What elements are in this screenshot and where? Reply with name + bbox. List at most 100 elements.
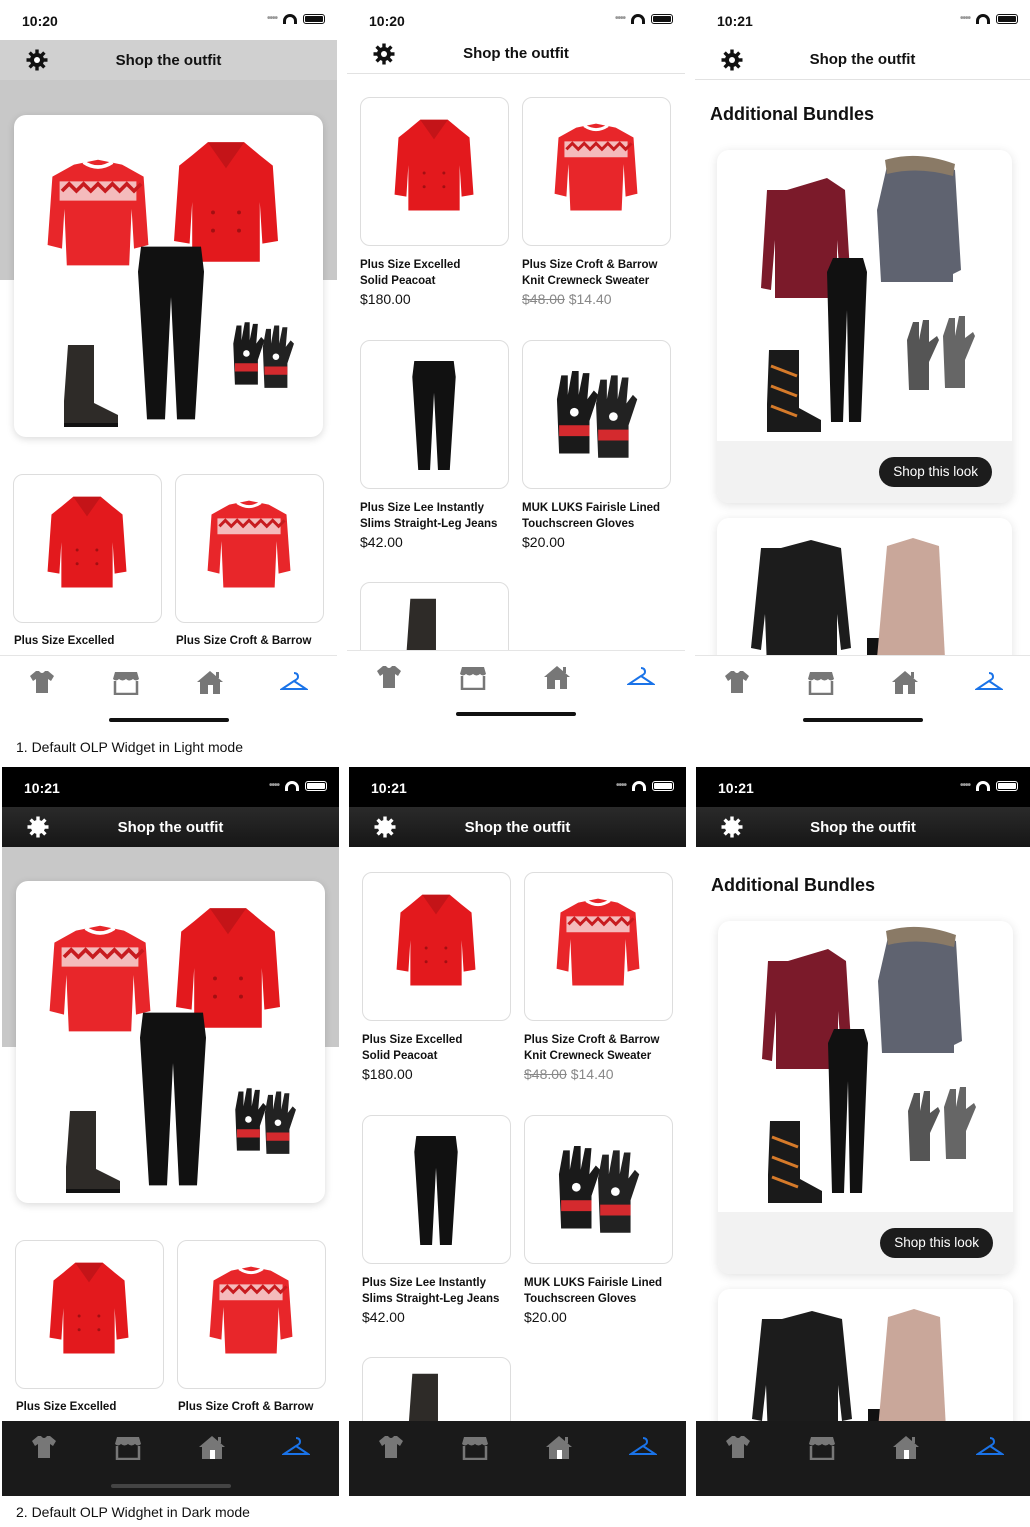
store-icon[interactable]	[808, 1434, 836, 1460]
product-card-peacoat[interactable]	[15, 1240, 164, 1389]
wifi-icon	[283, 13, 297, 24]
product-card-gloves[interactable]	[524, 1115, 673, 1264]
wifi-icon	[632, 780, 646, 791]
signal-icon: ••••	[266, 13, 278, 24]
home-icon[interactable]	[891, 669, 919, 695]
outfit-hero-card[interactable]	[16, 881, 325, 1203]
shirt-icon[interactable]	[377, 1434, 405, 1460]
nav-title: Shop the outfit	[809, 51, 916, 68]
hanger-icon[interactable]	[627, 664, 655, 690]
product-card-sweater[interactable]	[524, 872, 673, 1021]
shirt-icon[interactable]	[723, 669, 751, 695]
store-icon[interactable]	[807, 669, 835, 695]
status-time: 10:20	[22, 13, 58, 29]
nav-bar: Shop the outfit	[695, 40, 1030, 80]
product-card-sweater[interactable]	[175, 474, 324, 623]
caption-light: 1. Default OLP Widget in Light mode	[16, 739, 243, 755]
status-time: 10:21	[24, 780, 60, 796]
bundle-card[interactable]: Shop this look	[717, 150, 1012, 503]
home-indicator	[802, 718, 923, 722]
nav-title: Shop the outfit	[464, 818, 571, 836]
store-icon[interactable]	[461, 1434, 489, 1460]
signal-icon: ••••	[614, 13, 626, 24]
product-price: $180.00	[362, 1066, 413, 1082]
nav-title: Shop the outfit	[463, 45, 569, 62]
product-name: Plus Size Lee Instantly Slims Straight-Le…	[362, 1277, 500, 1305]
product-card-sweater[interactable]	[177, 1240, 326, 1389]
product-name: Plus Size Lee Instantly Slims Straight-Le…	[360, 502, 498, 530]
home-icon[interactable]	[198, 1434, 226, 1460]
home-indicator	[110, 1484, 231, 1488]
product-name: Plus Size Excelled	[14, 635, 115, 647]
battery-icon	[652, 780, 674, 791]
product-name: MUK LUKS Fairisle Lined Touchscreen Glove…	[522, 502, 661, 530]
product-card-sweater[interactable]	[522, 97, 671, 246]
hanger-icon[interactable]	[282, 1434, 310, 1460]
nav-bar: Shop the outfit	[696, 807, 1030, 847]
product-card-jeans[interactable]	[360, 340, 509, 489]
shop-this-look-button[interactable]: Shop this look	[880, 1228, 993, 1258]
product-card-jeans[interactable]	[362, 1115, 511, 1264]
settings-gear-icon[interactable]	[721, 816, 743, 838]
hanger-icon[interactable]	[280, 669, 308, 695]
product-card-gloves[interactable]	[522, 340, 671, 489]
product-name: Plus Size Croft & Barrow Knit Crewneck Sw…	[522, 259, 658, 287]
wifi-icon	[976, 780, 990, 791]
product-name: Plus Size Excelled	[16, 1401, 117, 1413]
bundle-card[interactable]: Shop this look	[718, 921, 1013, 1274]
home-icon[interactable]	[545, 1434, 573, 1460]
signal-icon: ••••	[959, 780, 971, 791]
status-time: 10:21	[371, 780, 407, 796]
battery-icon	[651, 13, 673, 24]
product-name: Plus Size Croft & Barrow	[176, 635, 312, 647]
product-card-peacoat[interactable]	[13, 474, 162, 623]
signal-icon: ••••	[615, 780, 627, 791]
shirt-icon[interactable]	[724, 1434, 752, 1460]
tab-bar	[347, 650, 685, 724]
hanger-icon[interactable]	[629, 1434, 657, 1460]
shop-this-look-button[interactable]: Shop this look	[879, 457, 992, 487]
settings-gear-icon[interactable]	[721, 49, 743, 71]
product-card-peacoat[interactable]	[360, 97, 509, 246]
product-price: $20.00	[522, 534, 565, 550]
tab-bar	[696, 1421, 1030, 1496]
product-price: $20.00	[524, 1309, 567, 1325]
shirt-icon[interactable]	[28, 669, 56, 695]
store-icon[interactable]	[112, 669, 140, 695]
settings-gear-icon[interactable]	[374, 816, 396, 838]
signal-icon: ••••	[268, 780, 280, 791]
battery-icon	[996, 13, 1018, 24]
battery-icon	[996, 780, 1018, 791]
nav-bar: Shop the outfit	[0, 40, 337, 80]
outfit-hero-card[interactable]	[14, 115, 323, 437]
section-title: Additional Bundles	[711, 875, 875, 895]
product-name: Plus Size Excelled Solid Peacoat	[362, 1034, 463, 1062]
store-icon[interactable]	[459, 664, 487, 690]
product-card-peacoat[interactable]	[362, 872, 511, 1021]
phone-dark-hero: 10:21 •••• Shop the outfit Plus Size Exc…	[2, 767, 339, 1496]
hanger-icon[interactable]	[975, 669, 1003, 695]
nav-title: Shop the outfit	[117, 818, 224, 836]
battery-icon	[303, 13, 325, 24]
home-icon[interactable]	[543, 664, 571, 690]
shirt-icon[interactable]	[30, 1434, 58, 1460]
hanger-icon[interactable]	[976, 1434, 1004, 1460]
home-icon[interactable]	[196, 669, 224, 695]
shirt-icon[interactable]	[375, 664, 403, 690]
caption-dark: 2. Default OLP Widghet in Dark mode	[16, 1504, 250, 1520]
store-icon[interactable]	[114, 1434, 142, 1460]
battery-icon	[305, 780, 327, 791]
product-name: Plus Size Croft & Barrow	[178, 1401, 314, 1413]
home-icon[interactable]	[892, 1434, 920, 1460]
product-name: MUK LUKS Fairisle Lined Touchscreen Glove…	[524, 1277, 663, 1305]
tab-bar	[2, 1421, 339, 1496]
status-bar: 10:21 ••••	[695, 0, 1030, 40]
settings-gear-icon[interactable]	[27, 816, 49, 838]
product-name: Plus Size Croft & Barrow Knit Crewneck Sw…	[524, 1034, 660, 1062]
status-bar: 10:21 ••••	[696, 767, 1030, 807]
status-bar: 10:21 ••••	[2, 767, 339, 807]
settings-gear-icon[interactable]	[373, 43, 395, 65]
nav-title: Shop the outfit	[115, 51, 222, 69]
nav-bar: Shop the outfit	[2, 807, 339, 847]
settings-gear-icon[interactable]	[26, 49, 48, 71]
